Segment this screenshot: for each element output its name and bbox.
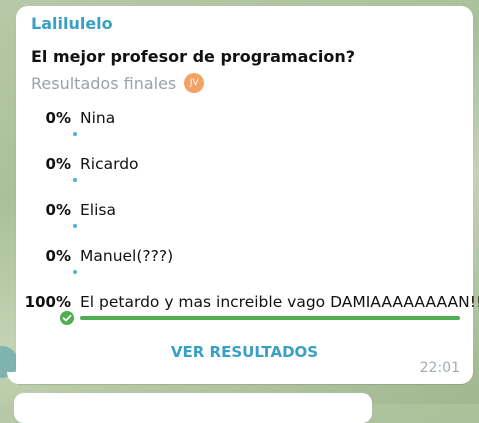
poll-question: El mejor profesor de programacion? [31, 47, 356, 66]
poll-status: Resultados finales [31, 73, 177, 93]
poll-message-bubble: Lalilulelo El mejor profesor de programa… [16, 6, 479, 384]
poll-option: 0% Nina [24, 109, 464, 149]
option-bar [73, 270, 457, 274]
option-label: Nina [80, 109, 116, 127]
option-bar [73, 132, 457, 136]
voter-avatar[interactable]: JV [184, 73, 205, 93]
sender-name[interactable]: Lalilulelo [31, 14, 113, 33]
option-percent: 0% [45, 201, 71, 219]
option-percent: 0% [45, 247, 71, 265]
option-label: El petardo y mas increible vago DAMIAAAA… [80, 293, 479, 311]
option-percent: 0% [45, 155, 71, 173]
poll-option: 0% Manuel(???) [24, 247, 464, 287]
next-message-bubble [14, 393, 372, 423]
message-time: 22:01 [419, 360, 460, 376]
option-bar [73, 224, 457, 228]
check-icon [60, 311, 74, 325]
option-label: Ricardo [80, 155, 139, 173]
option-label: Manuel(???) [80, 247, 174, 265]
poll-option: 0% Ricardo [24, 155, 464, 195]
option-label: Elisa [80, 201, 116, 219]
poll-option: 0% Elisa [24, 201, 464, 241]
poll-subtitle-row: Resultados finales JV [31, 73, 205, 93]
bubble-tail [7, 372, 21, 384]
poll-option-winner: 100% El petardo y mas increible vago DAM… [24, 293, 479, 333]
option-percent: 0% [45, 109, 71, 127]
option-bar [73, 178, 457, 182]
view-results-button[interactable]: VER RESULTADOS [16, 343, 473, 361]
option-percent: 100% [24, 293, 71, 311]
option-bar [80, 316, 460, 320]
